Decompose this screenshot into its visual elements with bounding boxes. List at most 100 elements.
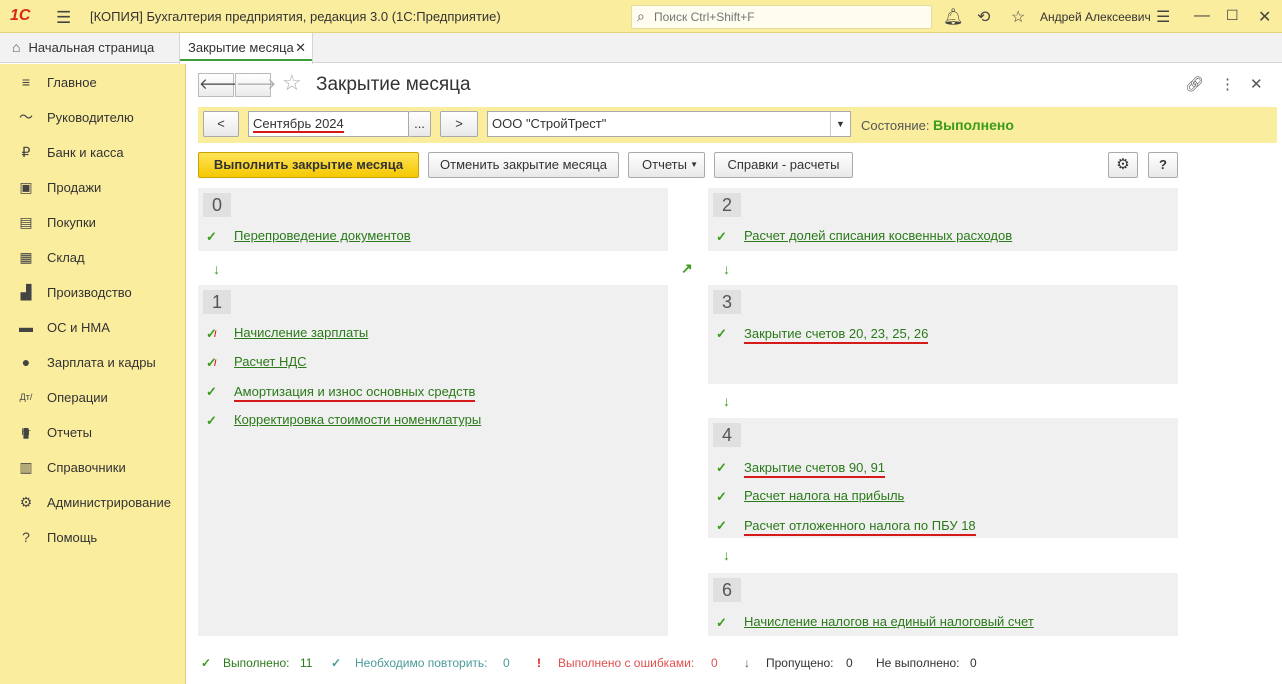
step-number: 4 (713, 423, 741, 447)
operation-link[interactable]: Амортизация и износ основных средств (234, 383, 476, 402)
sidebar-item-label: Администрирование (47, 495, 171, 510)
close-window-icon[interactable]: ✕ (1258, 7, 1271, 27)
page-title: Закрытие месяца (316, 74, 471, 95)
sidebar-item-label: Производство (47, 285, 132, 300)
window-title: [КОПИЯ] Бухгалтерия предприятия, редакци… (90, 9, 501, 24)
sidebar-item-main[interactable]: ≡ Главное (0, 65, 186, 100)
chevron-down-icon[interactable]: ▼ (830, 112, 850, 136)
state-label: Состояние: (861, 118, 930, 133)
sidebar-item-label: Помощь (47, 530, 98, 545)
sidebar-item-purchases[interactable]: ▤ Покупки (0, 205, 186, 240)
references-button[interactable]: Справки - расчеты (714, 152, 853, 178)
step-3-panel: 3 ✓ Закрытие счетов 20, 23, 25, 26 (708, 285, 1178, 384)
help-button[interactable]: ? (1148, 152, 1178, 178)
sidebar-item-reports[interactable]: ▮ Отчеты (0, 415, 186, 450)
operation-link[interactable]: Закрытие счетов 20, 23, 25, 26 (744, 325, 929, 344)
operation-link[interactable]: Перепроведение документов (234, 228, 411, 243)
arrow-down-icon: ↓ (723, 261, 730, 277)
done-label: Выполнено: (223, 656, 290, 670)
search-input[interactable] (654, 8, 924, 26)
more-actions-icon[interactable]: ⋮ (1220, 75, 1235, 93)
basket-icon: ▣ (19, 179, 33, 195)
period-select-button[interactable]: ... (409, 111, 431, 137)
sidebar-item-label: Продажи (47, 180, 102, 195)
operation-link[interactable]: Начисление налогов на единый налоговый с… (744, 614, 1034, 629)
sidebar-item-operations[interactable]: Дт/Кт Операции (0, 380, 186, 437)
close-form-icon[interactable]: ✕ (1250, 75, 1263, 93)
sidebar-item-label: Справочники (47, 460, 126, 475)
dropdown-arrow-icon: ▼ (690, 160, 698, 169)
main-menu-icon[interactable]: ☰ (56, 8, 71, 28)
minimize-icon[interactable]: — (1194, 7, 1210, 25)
period-field[interactable]: Сентябрь 2024 (248, 111, 409, 137)
operation-link[interactable]: Расчет долей списания косвенных расходов (744, 228, 1012, 243)
sidebar-item-label: Зарплата и кадры (47, 355, 156, 370)
sidebar-item-fixed-assets[interactable]: ▬ ОС и НМА (0, 310, 186, 345)
sidebar-item-label: Отчеты (47, 425, 92, 440)
reports-dropdown[interactable]: Отчеты ▼ (628, 152, 705, 178)
favorites-star-icon[interactable]: ☆ (1011, 7, 1025, 27)
sidebar-item-help[interactable]: ? Помощь (0, 520, 186, 555)
question-icon: ? (22, 529, 30, 545)
sidebar-item-manager[interactable]: 〜 Руководителю (0, 100, 186, 135)
operation-link[interactable]: Закрытие счетов 90, 91 (744, 459, 886, 478)
arrow-down-icon: ↓ (213, 261, 220, 277)
factory-icon: ▟ (20, 284, 32, 300)
person-icon: ● (21, 354, 31, 370)
check-icon: ✓ (206, 229, 217, 244)
home-icon: ⌂ (12, 39, 21, 55)
settings-menu-icon[interactable]: ☰ (1156, 7, 1170, 27)
prev-period-button[interactable]: < (203, 111, 239, 137)
sidebar-item-sales[interactable]: ▣ Продажи (0, 170, 186, 205)
operation-link[interactable]: Начисление зарплаты (234, 325, 368, 340)
check-icon: ✓ (716, 229, 727, 244)
settings-gear-icon[interactable]: ⚙ (1108, 152, 1138, 178)
global-search[interactable]: ⌕ (631, 5, 932, 29)
sidebar-item-directories[interactable]: ▥ Справочники (0, 450, 186, 485)
arrow-up-right-icon: ↗ (681, 260, 693, 276)
run-closing-button[interactable]: Выполнить закрытие месяца (198, 152, 419, 178)
step-number: 2 (713, 193, 741, 217)
check-edited-icon: ✓ (206, 355, 220, 371)
favorite-star-icon[interactable]: ☆ (282, 70, 302, 96)
app-logo: 1С (10, 7, 31, 24)
sidebar-item-salary[interactable]: ● Зарплата и кадры (0, 345, 186, 380)
operation-link[interactable]: Корректировка стоимости номенклатуры (234, 412, 481, 427)
ruble-icon: ₽ (21, 144, 31, 160)
warehouse-icon: ▦ (19, 249, 33, 265)
maximize-icon[interactable]: ☐ (1226, 7, 1239, 24)
gear-icon: ⚙ (19, 494, 33, 510)
bell-icon[interactable]: 🔔︎ (943, 7, 963, 27)
step-number: 3 (713, 290, 741, 314)
step-1-panel: 1 ✓ Начисление зарплаты ✓ Расчет НДС ✓ Амор… (198, 285, 668, 636)
main-form: 🡐 🡒 ☆ Закрытие месяца 🔗︎ ⋮ ✕ < Сентябрь … (187, 64, 1282, 684)
organization-field[interactable]: ООО "СтройТрест" ▼ (487, 111, 851, 137)
cancel-closing-button[interactable]: Отменить закрытие месяца (428, 152, 619, 178)
history-icon[interactable]: ⟲ (977, 7, 990, 27)
tab-month-closing[interactable]: Закрытие месяца ✕ (179, 33, 313, 64)
sidebar-item-label: ОС и НМА (47, 320, 110, 335)
skipped-arrow-icon: ↓ (744, 656, 750, 670)
forward-button[interactable]: 🡒 (235, 73, 276, 97)
period-value: Сентябрь 2024 (253, 116, 344, 133)
tab-active-label: Закрытие месяца (188, 40, 294, 55)
step-0-panel: 0 ✓ Перепроведение документов (198, 188, 668, 251)
book-icon: ▥ (19, 459, 33, 475)
user-name[interactable]: Андрей Алексеевич (1040, 10, 1151, 24)
sidebar-item-production[interactable]: ▟ Производство (0, 275, 186, 310)
next-period-button[interactable]: > (440, 111, 478, 137)
close-tab-icon[interactable]: ✕ (295, 33, 306, 62)
operation-link[interactable]: Расчет НДС (234, 354, 307, 369)
sidebar-item-warehouse[interactable]: ▦ Склад (0, 240, 186, 275)
operation-link[interactable]: Расчет налога на прибыль (744, 488, 904, 503)
arrow-down-icon: ↓ (723, 393, 730, 409)
sidebar: ≡ Главное 〜 Руководителю ₽ Банк и касса ▣ Пр… (0, 64, 186, 684)
sidebar-item-admin[interactable]: ⚙ Администрирование (0, 485, 186, 520)
operation-link[interactable]: Расчет отложенного налога по ПБУ 18 (744, 517, 976, 536)
link-icon[interactable]: 🔗︎ (1185, 75, 1204, 93)
back-button[interactable]: 🡐 (198, 73, 239, 97)
tab-home[interactable]: ⌂ Начальная страница (0, 33, 176, 63)
notdone-label: Не выполнено: (876, 656, 960, 670)
repeat-check-icon: ✓ (331, 656, 342, 670)
sidebar-item-bank[interactable]: ₽ Банк и касса (0, 135, 186, 170)
